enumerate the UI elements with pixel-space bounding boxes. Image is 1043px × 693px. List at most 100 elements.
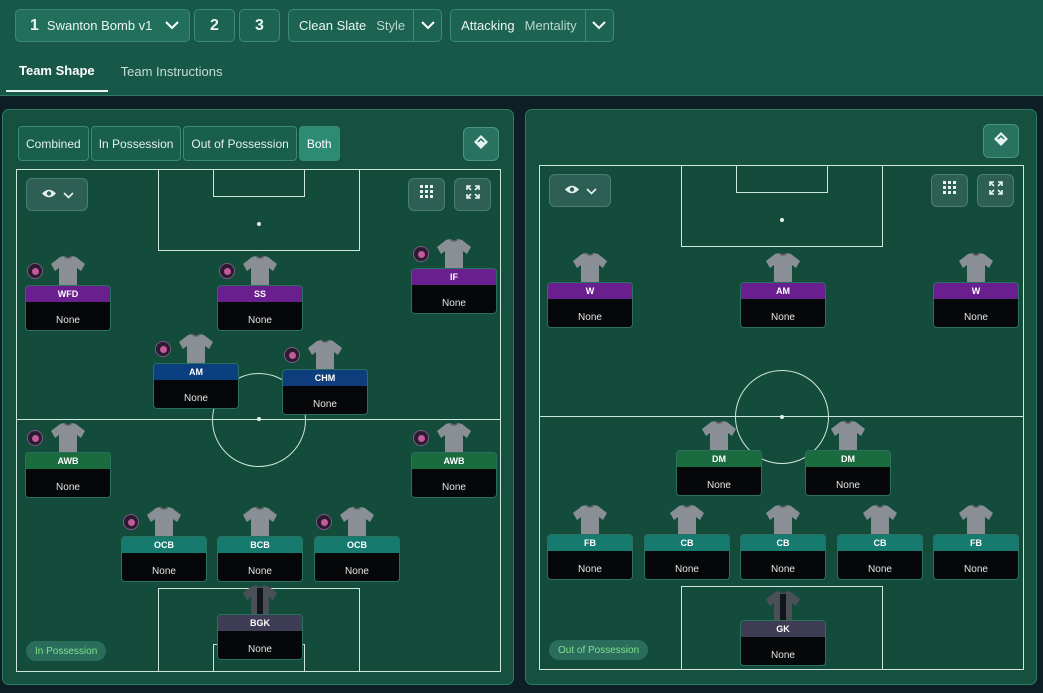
player-slot-am[interactable]: AM None — [153, 333, 239, 409]
phase-badge: In Possession — [26, 641, 107, 661]
player-card: BGK None — [217, 614, 303, 660]
player-slot-gk[interactable]: GK None — [740, 590, 826, 666]
player-slot-fb-left[interactable]: FB None — [547, 504, 633, 580]
role-label: W — [934, 283, 1018, 299]
toggle-combined[interactable]: Combined — [18, 126, 89, 161]
role-label: SS — [218, 286, 302, 302]
expand-button[interactable] — [454, 178, 491, 211]
role-label: CB — [741, 535, 825, 551]
instruction-bubble-icon — [413, 430, 429, 446]
shirt-icon — [831, 420, 865, 451]
player-slot-w-left[interactable]: W None — [547, 252, 633, 328]
tactic-tab-2[interactable]: 2 — [194, 9, 235, 42]
player-slot-bcb[interactable]: BCB None — [217, 506, 303, 582]
toggle-in-possession[interactable]: In Possession — [90, 126, 182, 161]
toggle-out-of-possession[interactable]: Out of Possession — [183, 126, 297, 161]
player-name: None — [283, 386, 367, 414]
grid-toggle-button[interactable] — [931, 174, 968, 207]
instruction-bubble-icon — [219, 263, 235, 279]
player-slot-cb-centre[interactable]: CB None — [740, 504, 826, 580]
role-label: AWB — [26, 453, 110, 469]
instruction-bubble-icon — [155, 341, 171, 357]
player-name: None — [412, 469, 496, 497]
eye-icon — [564, 182, 580, 200]
shirt-icon — [437, 238, 471, 269]
player-slot-fb-right[interactable]: FB None — [933, 504, 1019, 580]
mentality-selector[interactable]: Attacking Mentality — [450, 9, 614, 42]
player-card: FB None — [547, 534, 633, 580]
role-label: CB — [838, 535, 922, 551]
player-slot-dm-right[interactable]: DM None — [805, 420, 891, 496]
tactics-diamond-icon — [473, 134, 489, 155]
player-slot-cb-right[interactable]: CB None — [837, 504, 923, 580]
role-label: IF — [412, 269, 496, 285]
style-value: Clean Slate — [299, 18, 367, 33]
role-label: CB — [645, 535, 729, 551]
shirt-icon — [243, 506, 277, 537]
centre-spot — [257, 417, 261, 421]
player-slot-ss[interactable]: SS None — [217, 255, 303, 331]
role-label: CHM — [283, 370, 367, 386]
tab-team-instructions[interactable]: Team Instructions — [108, 50, 236, 92]
player-card: OCB None — [314, 536, 400, 582]
player-card: GK None — [740, 620, 826, 666]
shirt-icon — [51, 255, 85, 286]
player-slot-chm[interactable]: CHM None — [282, 339, 368, 415]
tab-team-shape[interactable]: Team Shape — [6, 50, 108, 92]
shirt-icon — [308, 339, 342, 370]
grid-icon — [419, 185, 434, 204]
player-slot-awb-left[interactable]: AWB None — [25, 422, 111, 498]
chevron-down-icon[interactable] — [155, 10, 189, 41]
grid-toggle-button[interactable] — [408, 178, 445, 211]
player-card: AM None — [153, 363, 239, 409]
role-label: AWB — [412, 453, 496, 469]
player-card: CB None — [837, 534, 923, 580]
role-label: DM — [677, 451, 761, 467]
player-slot-awb-right[interactable]: AWB None — [411, 422, 497, 498]
player-card: SS None — [217, 285, 303, 331]
player-slot-bgk[interactable]: BGK None — [217, 584, 303, 660]
player-slot-dm-left[interactable]: DM None — [676, 420, 762, 496]
visibility-menu-button[interactable] — [26, 178, 88, 211]
expand-button[interactable] — [977, 174, 1014, 207]
shirt-icon — [702, 420, 736, 451]
player-slot-wfd[interactable]: WFD None — [25, 255, 111, 331]
shirt-icon — [670, 504, 704, 535]
tactic-tab-1[interactable]: 1 Swanton Bomb v1 — [15, 9, 190, 42]
style-selector[interactable]: Clean Slate Style — [288, 9, 443, 42]
player-slot-ocb-left[interactable]: OCB None — [121, 506, 207, 582]
eye-icon — [41, 186, 57, 204]
role-label: WFD — [26, 286, 110, 302]
player-slot-am[interactable]: AM None — [740, 252, 826, 328]
visibility-menu-button[interactable] — [549, 174, 611, 207]
goalkeeper-shirt-icon — [766, 591, 800, 621]
tactic-selector-row: 1 Swanton Bomb v1 2 3 Clean Slate Style … — [15, 9, 614, 42]
out-of-possession-panel: W None AM None W None DM None DM None FB… — [525, 109, 1037, 685]
chevron-down-icon — [585, 182, 597, 200]
tactics-diamond-button[interactable] — [983, 124, 1019, 158]
player-card: DM None — [676, 450, 762, 496]
role-label: OCB — [122, 537, 206, 553]
tactic-tab-3[interactable]: 3 — [239, 9, 280, 42]
player-slot-ocb-right[interactable]: OCB None — [314, 506, 400, 582]
chevron-down-icon[interactable] — [584, 10, 613, 41]
role-label: FB — [548, 535, 632, 551]
tactic-tab-name: Swanton Bomb v1 — [46, 18, 153, 33]
player-card: OCB None — [121, 536, 207, 582]
goal-area-top — [213, 170, 305, 197]
player-slot-if[interactable]: IF None — [411, 238, 497, 314]
goalkeeper-shirt-icon — [243, 585, 277, 615]
player-slot-cb-left[interactable]: CB None — [644, 504, 730, 580]
player-name: None — [934, 551, 1018, 579]
toggle-both[interactable]: Both — [298, 126, 340, 161]
player-slot-w-right[interactable]: W None — [933, 252, 1019, 328]
player-name: None — [806, 467, 890, 495]
instruction-bubble-icon — [284, 347, 300, 363]
player-name: None — [934, 299, 1018, 327]
chevron-down-icon[interactable] — [413, 10, 441, 41]
player-name: None — [122, 553, 206, 581]
role-label: AM — [741, 283, 825, 299]
shirt-icon — [863, 504, 897, 535]
role-label: GK — [741, 621, 825, 637]
tactics-diamond-button[interactable] — [463, 127, 499, 161]
